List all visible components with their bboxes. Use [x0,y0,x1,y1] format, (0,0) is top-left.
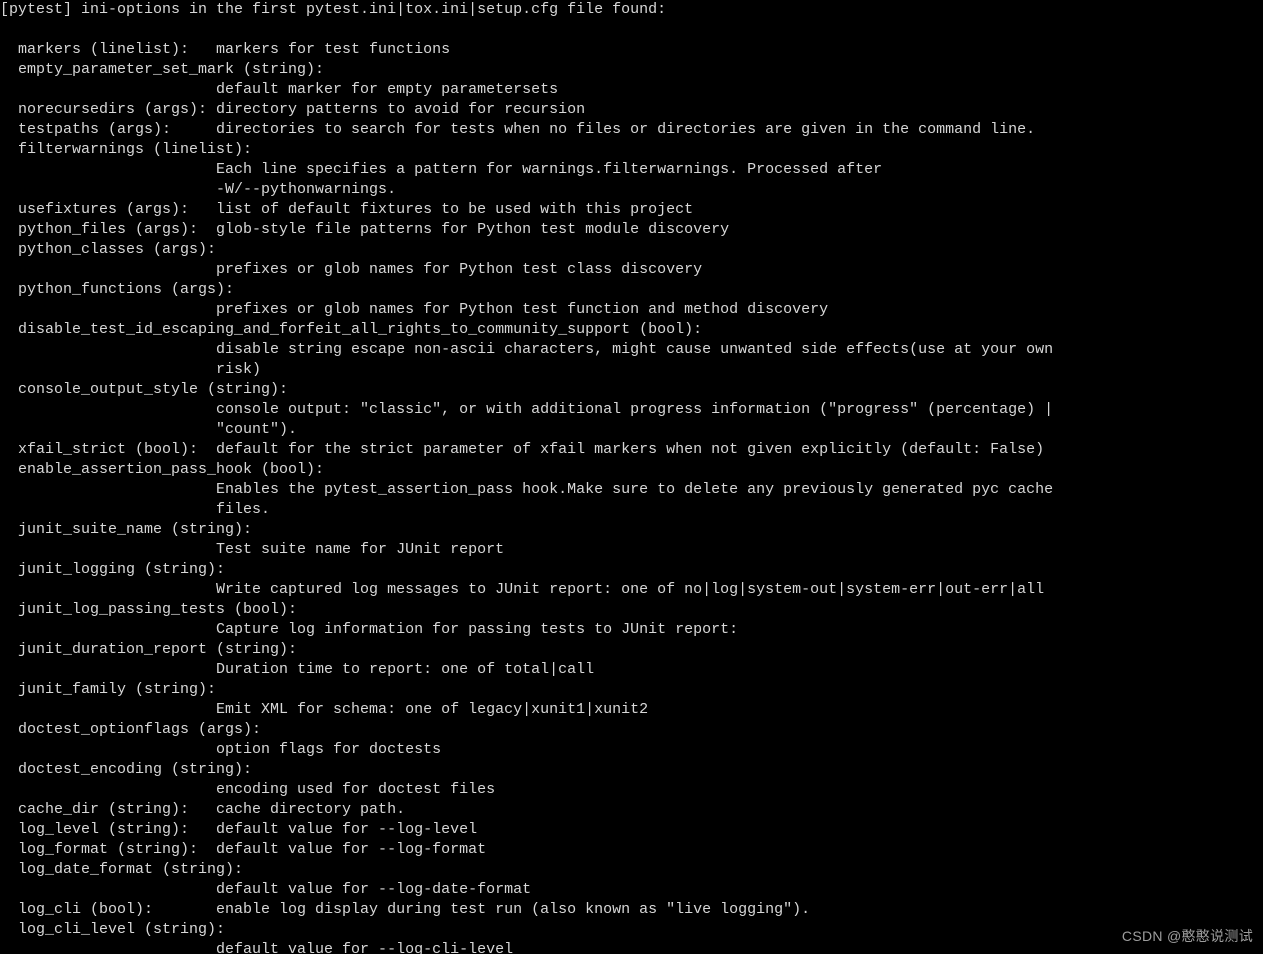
terminal-output: [pytest] ini-options in the first pytest… [0,0,1263,954]
watermark-label: CSDN @憨憨说测试 [1122,926,1253,946]
